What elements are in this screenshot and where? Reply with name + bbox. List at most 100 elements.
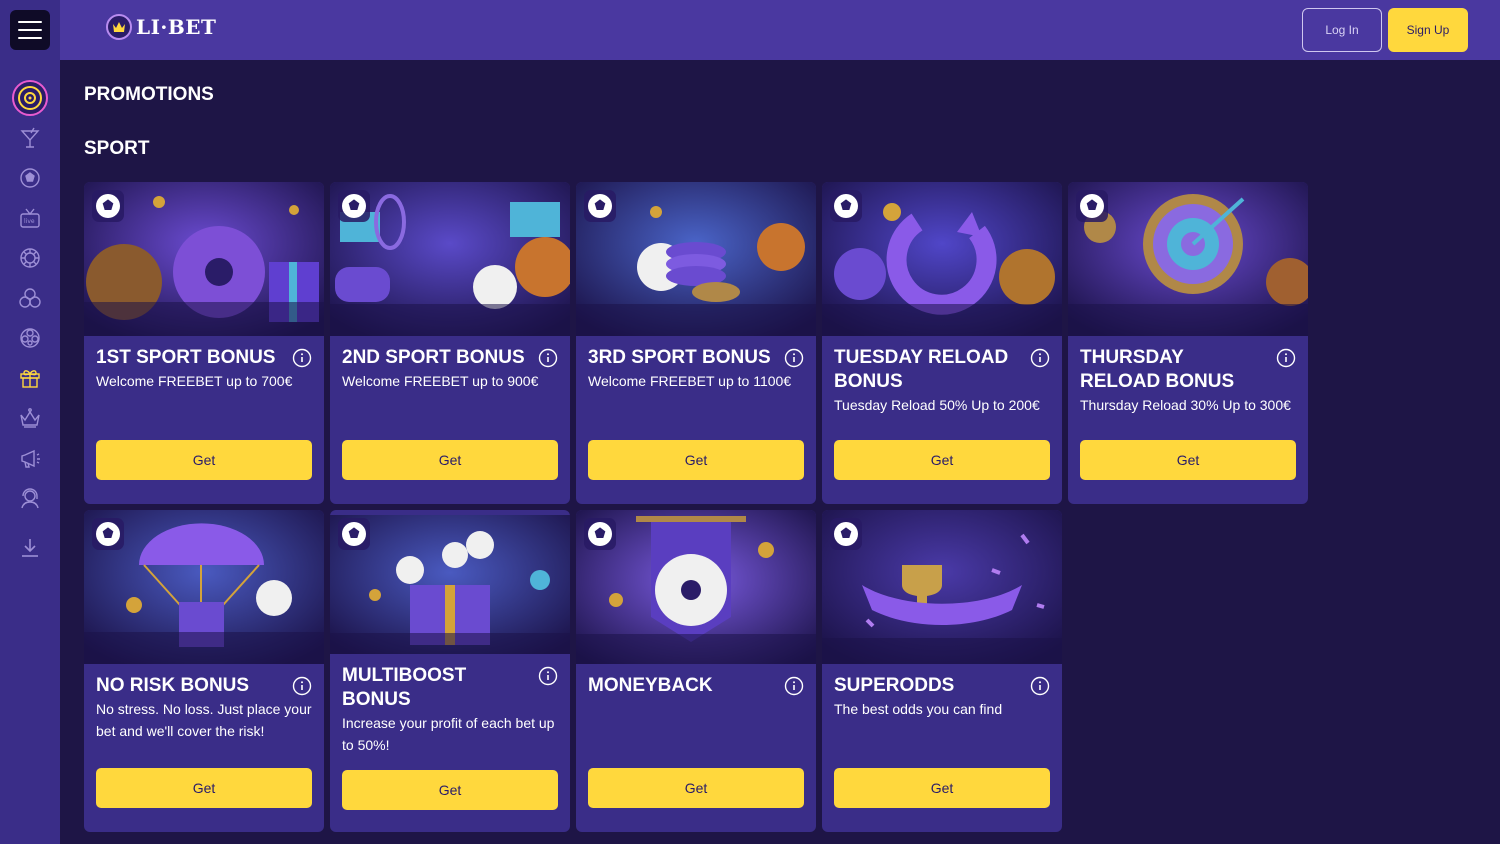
signup-button[interactable]: Sign Up xyxy=(1388,8,1468,52)
info-icon[interactable] xyxy=(292,676,312,696)
sidebar: live xyxy=(0,0,60,844)
promo-card: NO RISK BONUS No stress. No loss. Just p… xyxy=(84,510,324,832)
get-bonus-button[interactable]: Get xyxy=(96,440,312,480)
brand-name: LI·BET xyxy=(136,15,217,39)
promo-body: THURSDAY RELOAD BONUS Thursday Reload 30… xyxy=(1080,346,1296,416)
menu-line xyxy=(18,21,42,23)
sidebar-item-promotions[interactable] xyxy=(0,358,60,398)
promo-title: 1ST SPORT BONUS xyxy=(96,347,276,368)
menu-line xyxy=(18,29,42,31)
promo-title: SUPERODDS xyxy=(834,675,955,696)
info-icon[interactable] xyxy=(538,348,558,368)
sidebar-item-football[interactable] xyxy=(0,158,60,198)
section-title: SPORT xyxy=(84,138,150,159)
sidebar-item-live[interactable]: live xyxy=(0,198,60,238)
login-button[interactable]: Log In xyxy=(1302,8,1382,52)
promo-body: MONEYBACK xyxy=(588,674,804,698)
megaphone-icon xyxy=(21,449,40,468)
sidebar-item-casino[interactable] xyxy=(0,118,60,158)
gift-icon xyxy=(20,370,40,388)
get-bonus-button[interactable]: Get xyxy=(342,770,558,810)
promo-image xyxy=(330,510,570,654)
crown-logo-icon xyxy=(106,14,132,40)
pinwheel-icon xyxy=(20,328,40,348)
promo-image xyxy=(1068,182,1308,336)
promo-description: Welcome FREEBET up to 900€ xyxy=(342,373,539,389)
promo-title: 3RD SPORT BONUS xyxy=(588,347,771,368)
soccer-ball-badge-icon xyxy=(584,518,616,550)
info-icon[interactable] xyxy=(1276,348,1296,368)
top-header: LI·BET Log In Sign Up xyxy=(60,0,1500,60)
get-bonus-button[interactable]: Get xyxy=(1080,440,1296,480)
promo-body: TUESDAY RELOAD BONUS Tuesday Reload 50% … xyxy=(834,346,1050,416)
get-bonus-button[interactable]: Get xyxy=(342,440,558,480)
soccer-ball-badge-icon xyxy=(830,190,862,222)
svg-text:live: live xyxy=(24,218,35,225)
get-bonus-button[interactable]: Get xyxy=(96,768,312,808)
sidebar-item-vip[interactable] xyxy=(0,398,60,438)
soccer-ball-badge-icon xyxy=(1076,190,1108,222)
menu-button[interactable] xyxy=(10,10,50,50)
info-icon[interactable] xyxy=(784,348,804,368)
promo-image xyxy=(822,182,1062,336)
get-bonus-button[interactable]: Get xyxy=(834,768,1050,808)
sidebar-item-games[interactable] xyxy=(0,318,60,358)
sidebar-item-sport[interactable] xyxy=(0,78,60,118)
promo-card: SUPERODDS The best odds you can find Get xyxy=(822,510,1062,832)
promo-card: 2ND SPORT BONUS Welcome FREEBET up to 90… xyxy=(330,182,570,504)
target-icon xyxy=(12,80,48,116)
promo-description: Increase your profit of each bet up to 5… xyxy=(342,715,555,753)
promo-title: NO RISK BONUS xyxy=(96,675,250,696)
promo-body: 1ST SPORT BONUS Welcome FREEBET up to 70… xyxy=(96,346,312,392)
soccer-ball-icon xyxy=(20,168,40,188)
info-icon[interactable] xyxy=(538,666,558,686)
promo-description: The best odds you can find xyxy=(834,701,1003,717)
crown-icon xyxy=(20,408,40,428)
sidebar-item-news[interactable] xyxy=(0,438,60,478)
soccer-ball-badge-icon xyxy=(584,190,616,222)
promo-description: Welcome FREEBET up to 1100€ xyxy=(588,373,792,389)
info-icon[interactable] xyxy=(1030,676,1050,696)
promo-image xyxy=(84,182,324,336)
sidebar-item-download[interactable] xyxy=(0,528,60,568)
promo-image xyxy=(330,182,570,336)
promo-description: Tuesday Reload 50% Up to 200€ xyxy=(834,397,1040,413)
promo-title: MULTIBOOST BONUS xyxy=(342,665,467,710)
soccer-ball-badge-icon xyxy=(830,518,862,550)
promo-image xyxy=(84,510,324,664)
promo-image xyxy=(822,510,1062,664)
promo-body: MULTIBOOST BONUS Increase your profit of… xyxy=(342,664,558,756)
promo-description: Thursday Reload 30% Up to 300€ xyxy=(1080,397,1291,413)
balls-icon xyxy=(19,288,41,308)
promo-body: SUPERODDS The best odds you can find xyxy=(834,674,1050,720)
soccer-ball-badge-icon xyxy=(338,190,370,222)
promo-title: TUESDAY RELOAD BONUS xyxy=(834,347,1009,392)
promo-image xyxy=(576,182,816,336)
promo-title: THURSDAY RELOAD BONUS xyxy=(1080,347,1235,392)
promo-body: 3RD SPORT BONUS Welcome FREEBET up to 11… xyxy=(588,346,804,392)
info-icon[interactable] xyxy=(292,348,312,368)
soccer-ball-badge-icon xyxy=(92,518,124,550)
sidebar-item-roulette[interactable] xyxy=(0,238,60,278)
sidebar-item-support[interactable] xyxy=(0,478,60,518)
page-title: PROMOTIONS xyxy=(84,84,214,105)
promo-card: TUESDAY RELOAD BONUS Tuesday Reload 50% … xyxy=(822,182,1062,504)
promo-card: 1ST SPORT BONUS Welcome FREEBET up to 70… xyxy=(84,182,324,504)
promo-description: No stress. No loss. Just place your bet … xyxy=(96,701,312,739)
promo-card: 3RD SPORT BONUS Welcome FREEBET up to 11… xyxy=(576,182,816,504)
get-bonus-button[interactable]: Get xyxy=(588,440,804,480)
soccer-ball-badge-icon xyxy=(92,190,124,222)
get-bonus-button[interactable]: Get xyxy=(588,768,804,808)
promo-body: NO RISK BONUS No stress. No loss. Just p… xyxy=(96,674,312,742)
get-bonus-button[interactable]: Get xyxy=(834,440,1050,480)
info-icon[interactable] xyxy=(1030,348,1050,368)
support-agent-icon xyxy=(21,488,39,509)
live-tv-icon: live xyxy=(20,208,40,228)
promo-card: THURSDAY RELOAD BONUS Thursday Reload 30… xyxy=(1068,182,1308,504)
promo-description: Welcome FREEBET up to 700€ xyxy=(96,373,293,389)
brand-logo[interactable]: LI·BET xyxy=(106,14,216,40)
sidebar-item-lottery[interactable] xyxy=(0,278,60,318)
promo-title: 2ND SPORT BONUS xyxy=(342,347,525,368)
promo-title: MONEYBACK xyxy=(588,675,713,696)
info-icon[interactable] xyxy=(784,676,804,696)
